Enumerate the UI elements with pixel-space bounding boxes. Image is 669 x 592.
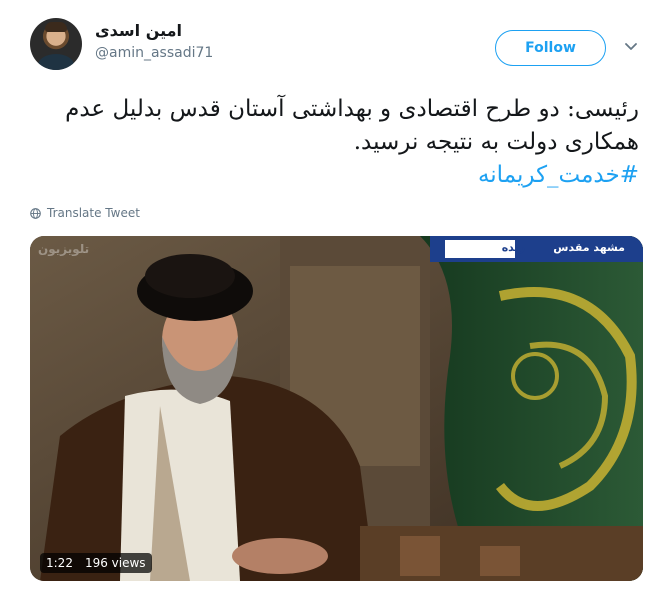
live-label: زنده <box>501 241 525 254</box>
video-stats-badge: 1:22 196 views <box>40 553 152 573</box>
avatar-shirt <box>38 54 74 70</box>
video-views: 196 views <box>84 556 146 570</box>
chevron-down-icon[interactable] <box>622 38 640 56</box>
location-label: مشهد مقدس <box>553 241 625 254</box>
channel-logo: تلویزیون <box>38 242 90 256</box>
video-player[interactable]: زنده مشهد مقدس تلویزیون <box>30 236 643 581</box>
tweet-text: رئیسی: دو طرح اقتصادی و بهداشتی آستان قد… <box>39 93 639 192</box>
hashtag-link[interactable]: #خدمت_کریمانه <box>39 159 639 192</box>
avatar[interactable] <box>30 18 82 70</box>
translate-tweet-link[interactable]: Translate Tweet <box>30 206 140 220</box>
user-handle[interactable]: @amin_assadi71 <box>95 45 213 61</box>
translate-label: Translate Tweet <box>47 206 140 220</box>
follow-button[interactable]: Follow <box>495 30 606 66</box>
globe-icon <box>30 207 41 219</box>
tweet-line-1: رئیسی: دو طرح اقتصادی و بهداشتی آستان قد… <box>65 96 639 122</box>
avatar-hair <box>45 22 67 32</box>
video-frame <box>30 236 643 581</box>
user-name[interactable]: امین اسدی <box>95 21 182 40</box>
video-duration: 1:22 <box>46 556 73 570</box>
tweet-line-2: همکاری دولت به نتیجه نرسید. <box>353 129 639 155</box>
